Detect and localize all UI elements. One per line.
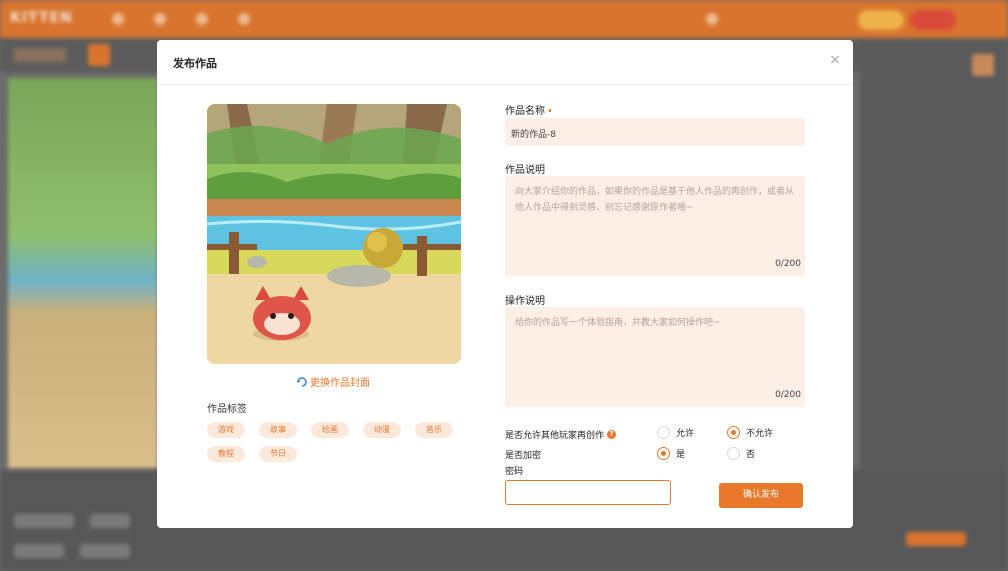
bg-menu-icon xyxy=(238,13,250,25)
bg-chip xyxy=(906,532,966,546)
change-cover-button[interactable]: 更换作品封面 xyxy=(297,374,370,389)
help-icon[interactable]: ? xyxy=(607,430,617,439)
radio-circle-selected xyxy=(657,447,670,460)
tags-label: 作品标签 xyxy=(207,404,247,415)
bg-button xyxy=(910,10,956,30)
password-input[interactable] xyxy=(505,480,671,505)
operation-textarea[interactable]: 给你的作品写一个体验指南，并教大家如何操作吧~ 0/200 xyxy=(505,307,805,407)
cover-image xyxy=(207,104,461,364)
close-icon[interactable]: × xyxy=(827,52,843,68)
cover-scene-illustration xyxy=(207,104,461,364)
bg-menu-icon xyxy=(112,13,124,25)
name-label: 作品名称 • xyxy=(505,106,553,117)
bg-chip xyxy=(14,48,66,62)
dialog-header: 发布作品 × xyxy=(157,40,853,85)
tag-chip[interactable]: 节日 xyxy=(259,446,297,462)
bg-chip xyxy=(972,54,994,76)
app-top-bar: KITTEN xyxy=(0,0,1008,38)
dialog-title: 发布作品 xyxy=(173,57,217,70)
radio-encrypt-no[interactable]: 否 xyxy=(727,447,755,460)
bg-chip xyxy=(14,544,64,558)
radio-circle-selected xyxy=(727,426,740,439)
description-counter: 0/200 xyxy=(775,259,801,269)
bg-chip xyxy=(14,514,74,528)
app-side-panel xyxy=(860,44,1008,524)
bg-chip xyxy=(88,44,110,66)
refresh-icon xyxy=(297,376,307,387)
description-textarea[interactable]: 向大家介绍你的作品，如果你的作品是基于他人作品的再创作，或者从他人作品中得到灵感… xyxy=(505,176,805,276)
remix-question: 是否允许其他玩家再创作 ? xyxy=(505,428,617,441)
app-logo: KITTEN xyxy=(10,10,73,26)
radio-allow-remix[interactable]: 允许 xyxy=(657,426,694,439)
tag-chip[interactable]: 游戏 xyxy=(207,422,245,438)
tag-chip[interactable]: 绘画 xyxy=(311,422,349,438)
radio-encrypt-yes[interactable]: 是 xyxy=(657,447,685,460)
bg-button xyxy=(858,10,904,30)
tag-chip[interactable]: 动漫 xyxy=(363,422,401,438)
change-cover-label: 更换作品封面 xyxy=(310,378,370,389)
tag-chip[interactable]: 音乐 xyxy=(415,422,453,438)
work-name-input[interactable]: 新的作品-8 xyxy=(505,118,805,146)
password-label: 密码 xyxy=(505,467,524,477)
tag-chip[interactable]: 教程 xyxy=(207,446,245,462)
bg-menu-icon xyxy=(196,13,208,25)
operation-label: 操作说明 xyxy=(505,296,545,307)
tag-list: 游戏 故事 绘画 动漫 音乐 教程 节日 xyxy=(207,422,477,462)
radio-circle xyxy=(657,426,670,439)
bg-menu-icon xyxy=(154,13,166,25)
operation-counter: 0/200 xyxy=(775,390,801,400)
bg-chip xyxy=(80,544,130,558)
bg-user-icon xyxy=(706,13,718,25)
description-placeholder: 向大家介绍你的作品，如果你的作品是基于他人作品的再创作，或者从他人作品中得到灵感… xyxy=(515,187,795,213)
tag-chip[interactable]: 故事 xyxy=(259,422,297,438)
radio-circle xyxy=(727,447,740,460)
publish-dialog: 发布作品 × 更换作品封面 作品标签 游戏 故事 绘画 动漫 音乐 教程 节日 … xyxy=(157,40,853,528)
required-mark: • xyxy=(547,106,553,117)
radio-disallow-remix[interactable]: 不允许 xyxy=(727,426,773,439)
encrypt-question: 是否加密 xyxy=(505,451,542,461)
operation-placeholder: 给你的作品写一个体验指南，并教大家如何操作吧~ xyxy=(515,318,721,328)
confirm-publish-button[interactable]: 确认发布 xyxy=(719,483,803,508)
app-stage xyxy=(8,78,158,468)
bg-chip xyxy=(90,514,130,528)
description-label: 作品说明 xyxy=(505,165,545,176)
